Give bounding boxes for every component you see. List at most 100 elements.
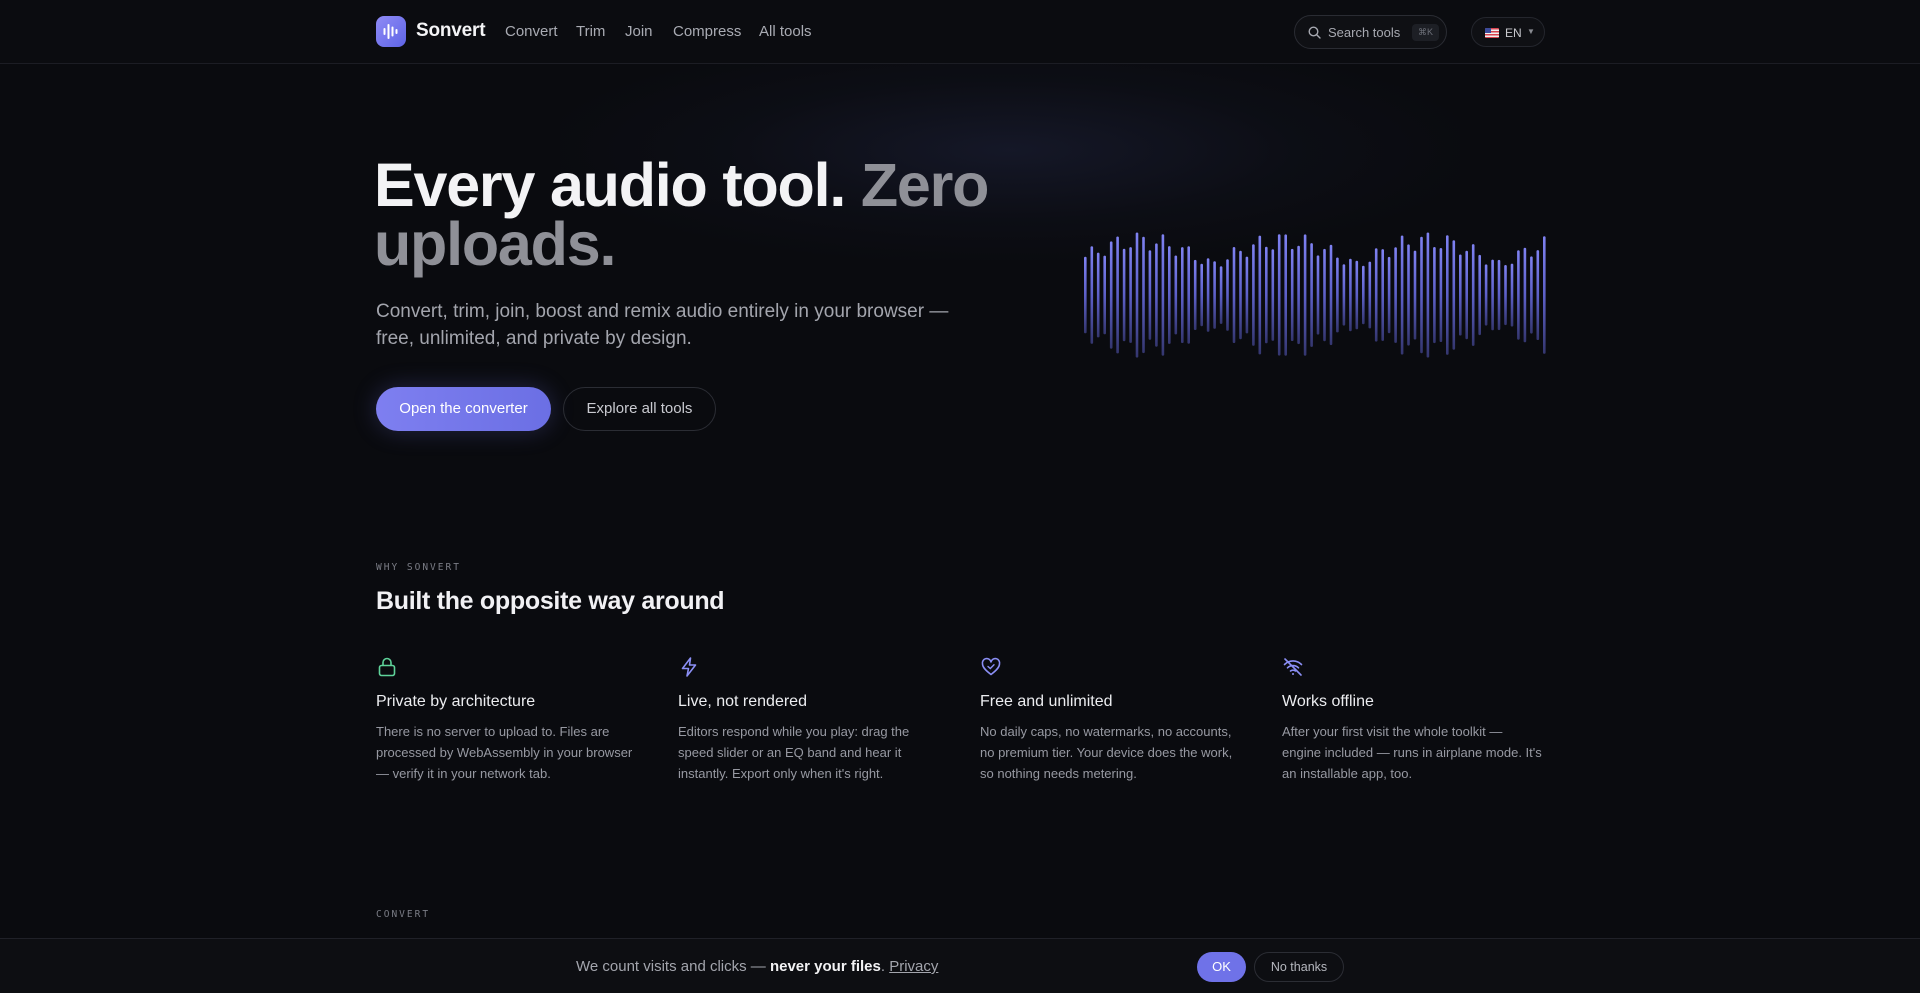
waveform-bar — [1523, 247, 1527, 343]
waveform-bar — [1090, 246, 1094, 344]
feature-private: Private by architecture There is no serv… — [376, 656, 636, 784]
feature-live: Live, not rendered Editors respond while… — [678, 656, 938, 784]
hero-subtitle: Convert, trim, join, boost and remix aud… — [376, 301, 949, 349]
waveform-bar — [1387, 256, 1391, 334]
why-eyebrow: WHY SONVERT — [376, 562, 461, 573]
cookie-text-end: . — [880, 958, 890, 975]
waveform-bar — [1355, 260, 1359, 330]
cookie-text: We count visits and clicks — — [576, 958, 770, 975]
waveform-bar — [1290, 248, 1294, 341]
waveform-bar — [1530, 256, 1533, 334]
waveform-bar — [1342, 264, 1346, 326]
waveform-bar — [1381, 249, 1384, 341]
waveform-bar — [1374, 248, 1378, 342]
feature-title: Private by architecture — [376, 693, 536, 710]
open-converter-button[interactable]: Open the converter — [376, 387, 551, 431]
explore-tools-button[interactable]: Explore all tools — [563, 387, 716, 431]
waveform-bar — [1084, 256, 1087, 334]
waveform-bar — [1297, 245, 1300, 345]
nav-link-all-tools[interactable]: All tools — [759, 23, 812, 40]
waveform-bar — [1362, 265, 1365, 325]
cookie-decline-button[interactable]: No thanks — [1254, 952, 1344, 982]
chevron-down-icon: ▼ — [1527, 27, 1535, 36]
nav-link-join[interactable]: Join — [625, 23, 653, 40]
waveform-bar — [1433, 247, 1436, 344]
waveform-bar — [1465, 250, 1468, 340]
waveform-bar — [1336, 257, 1339, 333]
hero-title-main: Every audio tool. — [374, 151, 861, 219]
waveform-bar — [1491, 259, 1494, 331]
privacy-link[interactable]: Privacy — [889, 958, 938, 975]
waveform-bar — [1129, 247, 1132, 343]
waveform-illustration — [1084, 232, 1546, 358]
cookie-text-bold: never your files — [769, 958, 881, 975]
waveform-bar — [1148, 250, 1152, 340]
waveform-bar — [1484, 264, 1488, 326]
waveform-bar — [1303, 234, 1307, 356]
nav-link-compress[interactable]: Compress — [673, 23, 741, 40]
feature-body: Editors respond while you play: drag the… — [678, 724, 910, 781]
waveform-bar — [1426, 232, 1430, 358]
why-heading: Built the opposite way around — [376, 587, 725, 615]
waveform-bar — [1122, 248, 1126, 342]
waveform-bar — [1394, 247, 1397, 343]
feature-body: There is no server to upload to. Files a… — [376, 724, 633, 781]
us-flag-icon — [1485, 28, 1499, 38]
waveform-bar — [1187, 246, 1190, 344]
waveform-bar — [1155, 243, 1158, 347]
search-icon — [1308, 26, 1321, 39]
waveform-bar — [1478, 254, 1481, 336]
feature-title: Works offline — [1282, 693, 1374, 710]
nav-link-trim[interactable]: Trim — [576, 23, 605, 40]
waveform-bar — [1232, 247, 1236, 343]
waveform-bar — [1310, 243, 1313, 347]
waveform-bar — [1239, 250, 1242, 340]
waveform-bar — [1316, 255, 1320, 335]
waveform-bar — [1349, 258, 1352, 332]
feature-title: Free and unlimited — [980, 693, 1113, 710]
language-selector[interactable]: EN ▼ — [1471, 17, 1545, 47]
top-nav: Sonvert Convert Trim Join Compress All t… — [0, 0, 1920, 64]
language-code: EN — [1505, 26, 1522, 40]
lightning-icon — [681, 657, 697, 677]
waveform-bar — [1277, 234, 1281, 356]
feature-free: Free and unlimited No daily caps, no wat… — [980, 656, 1240, 784]
waveform-bar — [1206, 258, 1210, 332]
waveform-bar — [1168, 246, 1171, 344]
cookie-ok-button[interactable]: OK — [1197, 952, 1246, 982]
search-tools-button[interactable]: Search tools ⌘K — [1294, 15, 1447, 49]
waveform-bar — [1400, 235, 1404, 355]
waveform-bar — [1543, 236, 1546, 354]
logo-icon[interactable] — [376, 16, 406, 47]
waveform-bar — [1142, 236, 1145, 354]
waveform-bar — [1096, 252, 1100, 338]
heart-icon — [981, 657, 1001, 676]
waveform-bar — [1504, 265, 1507, 326]
wifi-off-icon — [1283, 658, 1303, 676]
waveform-bar — [1116, 236, 1119, 354]
waveform-bar — [1252, 244, 1255, 346]
waveform-bar — [1135, 232, 1139, 358]
feature-body: After your first visit the whole toolkit… — [1282, 724, 1542, 781]
search-shortcut-badge: ⌘K — [1412, 24, 1440, 41]
search-label: Search tools — [1328, 25, 1401, 40]
brand-name[interactable]: Sonvert — [416, 20, 486, 42]
waveform-bar — [1265, 246, 1268, 344]
waveform-bar — [1103, 255, 1106, 335]
hero-title: Every audio tool. Zero uploads. — [374, 155, 1074, 275]
waveform-bar — [1439, 248, 1443, 342]
waveform-bar — [1109, 241, 1113, 349]
nav-link-convert[interactable]: Convert — [505, 23, 558, 40]
convert-eyebrow: CONVERT — [376, 909, 431, 920]
waveform-bar — [1213, 261, 1216, 329]
waveform-bar — [1459, 254, 1462, 336]
waveform-bar — [1407, 244, 1410, 346]
waveform-bar — [1510, 263, 1514, 327]
feature-offline: Works offline After your first visit the… — [1282, 656, 1542, 784]
waveform-bar — [1413, 250, 1417, 340]
waveform-bar — [1258, 235, 1262, 355]
waveform-bar — [1181, 247, 1184, 343]
waveform-bar — [1536, 250, 1540, 340]
waveform-bar — [1245, 256, 1249, 334]
cookie-banner: We count visits and clicks — never your … — [0, 938, 1920, 993]
